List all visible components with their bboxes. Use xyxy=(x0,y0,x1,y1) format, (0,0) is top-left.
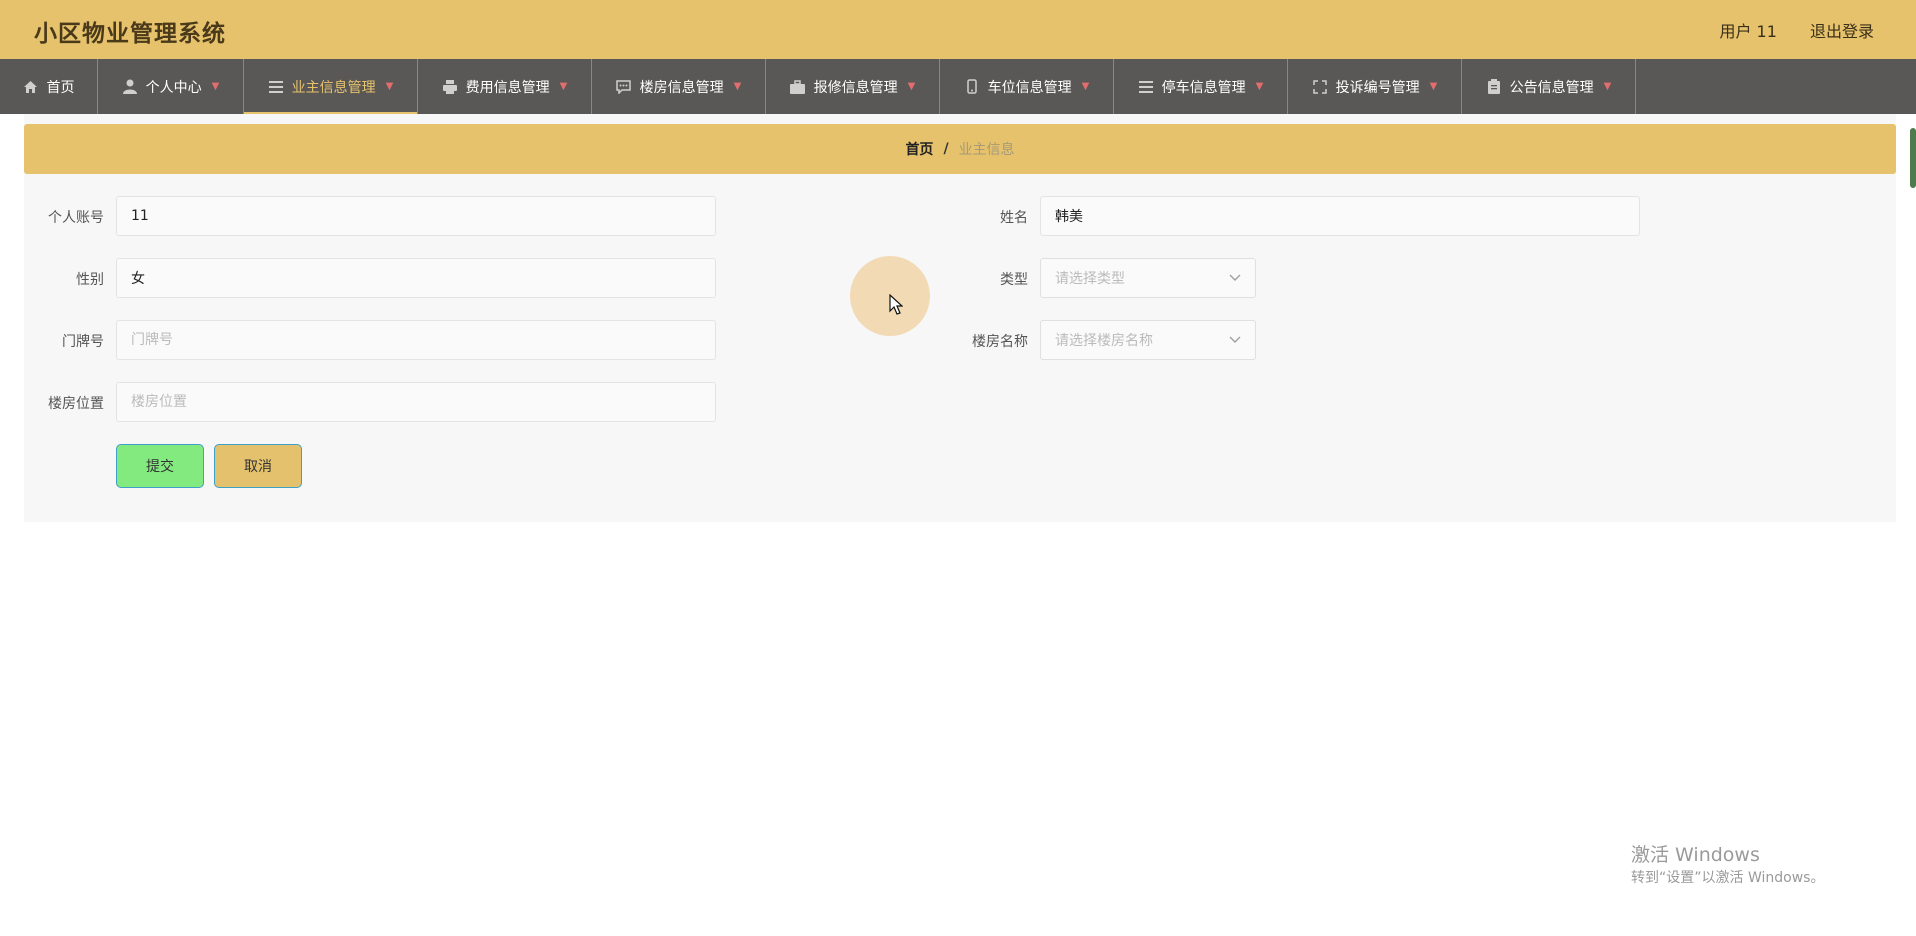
building-name-select[interactable]: 请选择楼房名称 xyxy=(1040,320,1256,360)
menu-icon xyxy=(1138,79,1154,95)
chevron-down-icon: ▼ xyxy=(1255,81,1264,92)
nav-label: 楼房信息管理 xyxy=(639,79,724,96)
mouse-cursor-icon xyxy=(889,293,904,320)
nav-label: 个人中心 xyxy=(145,79,202,96)
account-label: 个人账号 xyxy=(48,210,104,226)
chevron-down-icon: ▼ xyxy=(1603,81,1612,92)
submit-button[interactable]: 提交 xyxy=(116,444,204,488)
nav-label: 车位信息管理 xyxy=(987,79,1072,96)
nav-label: 报修信息管理 xyxy=(813,79,898,96)
chevron-down-icon: ▼ xyxy=(559,81,568,92)
breadcrumb-current: 业主信息 xyxy=(958,142,1015,158)
chevron-down-icon xyxy=(1229,272,1241,285)
name-input[interactable] xyxy=(1040,196,1640,236)
nav-item-notice-info[interactable]: 公告信息管理 ▼ xyxy=(1462,59,1636,114)
fullscreen-icon xyxy=(1312,79,1328,95)
printer-icon xyxy=(442,79,458,95)
nav-item-parking-info[interactable]: 停车信息管理 ▼ xyxy=(1114,59,1288,114)
nav-label: 公告信息管理 xyxy=(1509,79,1594,96)
building-location-input[interactable] xyxy=(116,382,716,422)
breadcrumb-separator: / xyxy=(943,141,949,157)
scrollbar-thumb[interactable] xyxy=(1910,128,1916,188)
content-panel xyxy=(24,114,1896,522)
chevron-down-icon: ▼ xyxy=(385,81,394,92)
nav-label: 停车信息管理 xyxy=(1161,79,1246,96)
nav-item-repair-info[interactable]: 报修信息管理 ▼ xyxy=(766,59,940,114)
nav-item-complaint-info[interactable]: 投诉编号管理 ▼ xyxy=(1288,59,1462,114)
chat-icon xyxy=(616,79,632,95)
app-title: 小区物业管理系统 xyxy=(34,21,226,47)
gender-input[interactable] xyxy=(116,258,716,298)
nav-label: 费用信息管理 xyxy=(465,79,550,96)
cancel-button[interactable]: 取消 xyxy=(214,444,302,488)
chevron-down-icon: ▼ xyxy=(907,81,916,92)
breadcrumb-home[interactable]: 首页 xyxy=(905,139,933,159)
nav-item-parking-space-info[interactable]: 车位信息管理 ▼ xyxy=(940,59,1114,114)
logout-link[interactable]: 退出登录 xyxy=(1810,22,1874,41)
chevron-down-icon: ▼ xyxy=(1429,81,1438,92)
nav-label: 投诉编号管理 xyxy=(1335,79,1420,96)
type-select[interactable]: 请选择类型 xyxy=(1040,258,1256,298)
activation-watermark-subtitle: 转到“设置”以激活 Windows。 xyxy=(1631,870,1825,886)
user-icon xyxy=(122,79,138,95)
chevron-down-icon xyxy=(1229,334,1241,347)
breadcrumb: 首页 / 业主信息 xyxy=(24,124,1896,174)
building-location-label: 楼房位置 xyxy=(48,396,104,412)
nav-item-fee-info[interactable]: 费用信息管理 ▼ xyxy=(418,59,592,114)
activation-watermark-title: 激活 Windows xyxy=(1631,844,1760,866)
mobile-icon xyxy=(964,79,980,95)
nav-label: 首页 xyxy=(46,79,75,96)
main-nav: 首页 个人中心 ▼ 业主信息管理 ▼ 费用信息管理 ▼ 楼房信息管理 ▼ 报修信… xyxy=(0,59,1916,114)
top-header: 小区物业管理系统 用户 11 退出登录 xyxy=(0,0,1916,59)
nav-item-personal-center[interactable]: 个人中心 ▼ xyxy=(98,59,244,114)
door-number-input[interactable] xyxy=(116,320,716,360)
door-number-label: 门牌号 xyxy=(62,334,104,350)
briefcase-icon xyxy=(790,79,806,95)
nav-item-home[interactable]: 首页 xyxy=(0,59,98,114)
nav-label: 业主信息管理 xyxy=(291,79,376,96)
nav-item-building-info[interactable]: 楼房信息管理 ▼ xyxy=(592,59,766,114)
user-area: 用户 11 退出登录 xyxy=(1691,18,1874,42)
home-icon xyxy=(23,79,39,95)
clipboard-icon xyxy=(1486,79,1502,95)
nav-item-owner-info[interactable]: 业主信息管理 ▼ xyxy=(244,59,418,114)
user-label[interactable]: 用户 11 xyxy=(1719,22,1776,41)
type-label: 类型 xyxy=(1000,272,1028,288)
account-input[interactable] xyxy=(116,196,716,236)
chevron-down-icon: ▼ xyxy=(733,81,742,92)
chevron-down-icon: ▼ xyxy=(1081,81,1090,92)
type-placeholder: 请选择类型 xyxy=(1055,271,1125,287)
name-label: 姓名 xyxy=(1000,210,1028,226)
list-icon xyxy=(268,79,284,95)
chevron-down-icon: ▼ xyxy=(211,81,220,92)
gender-label: 性别 xyxy=(76,272,104,288)
building-name-placeholder: 请选择楼房名称 xyxy=(1055,333,1153,349)
building-name-label: 楼房名称 xyxy=(972,334,1028,350)
